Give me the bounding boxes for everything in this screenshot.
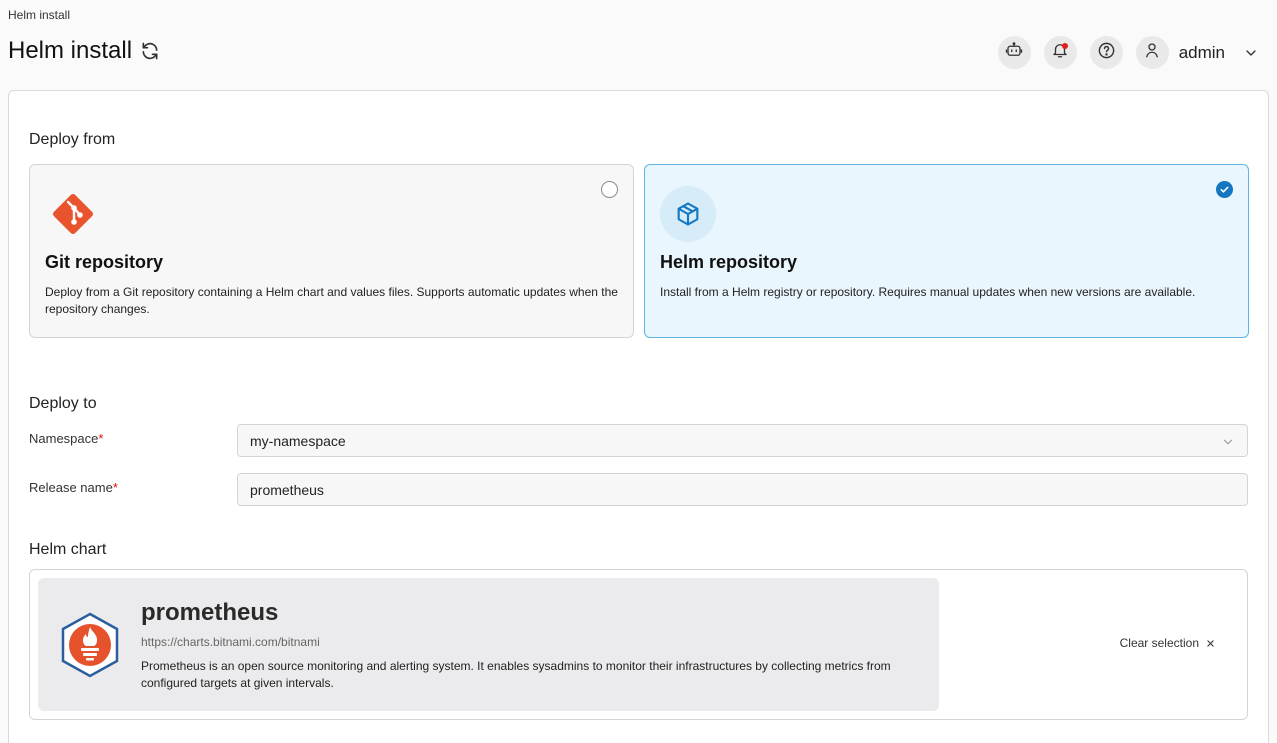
- notification-dot: [1061, 43, 1068, 49]
- clear-selection-button[interactable]: Clear selection: [1120, 636, 1215, 650]
- release-name-label-text: Release name: [29, 480, 113, 495]
- helm-chart-selection: prometheus https://charts.bitnami.com/bi…: [29, 569, 1248, 720]
- namespace-label-text: Namespace: [29, 431, 99, 446]
- help-icon: [1097, 41, 1116, 65]
- prometheus-icon: [59, 612, 121, 678]
- helm-chart-card[interactable]: prometheus https://charts.bitnami.com/bi…: [38, 578, 939, 711]
- check-icon: [1219, 184, 1230, 195]
- required-mark: *: [112, 480, 118, 495]
- chevron-down-icon: [1221, 435, 1235, 449]
- page-title-row: Helm install: [8, 37, 160, 65]
- user-name[interactable]: admin: [1179, 43, 1225, 63]
- ai-assistant-icon: [1005, 41, 1023, 64]
- deploy-from-title: Deploy from: [29, 131, 116, 148]
- chart-description: Prometheus is an open source monitoring …: [141, 659, 891, 690]
- ai-assistant-button[interactable]: [997, 36, 1031, 69]
- helm-repository-description: Install from a Helm registry or reposito…: [660, 285, 1196, 299]
- release-name-field[interactable]: [237, 473, 1248, 506]
- notifications-button[interactable]: [1043, 36, 1077, 69]
- git-repository-title: Git repository: [45, 252, 164, 272]
- page-title: Helm install: [8, 37, 133, 64]
- helm-repository-radio[interactable]: [1216, 181, 1233, 198]
- user-avatar[interactable]: [1135, 36, 1169, 69]
- deploy-to-title: Deploy to: [29, 395, 97, 412]
- main-panel: Deploy from Git repository Deploy from a…: [8, 90, 1269, 743]
- helm-chart-title: Helm chart: [29, 541, 107, 558]
- help-button[interactable]: [1089, 36, 1123, 69]
- helm-repository-title: Helm repository: [660, 252, 798, 272]
- namespace-select[interactable]: my-namespace: [237, 424, 1248, 457]
- topbar-actions: admin: [997, 36, 1259, 69]
- git-repository-radio[interactable]: [601, 181, 618, 198]
- user-icon: [1143, 41, 1161, 64]
- git-icon: [45, 186, 101, 242]
- package-icon: [660, 186, 716, 242]
- namespace-value: my-namespace: [250, 432, 346, 449]
- chart-name: prometheus: [141, 599, 279, 626]
- release-name-input[interactable]: [250, 481, 1235, 498]
- required-mark: *: [98, 431, 104, 446]
- release-name-label: Release name*: [29, 480, 118, 495]
- chart-url: https://charts.bitnami.com/bitnami: [141, 635, 320, 649]
- git-repository-option[interactable]: Git repository Deploy from a Git reposit…: [29, 164, 634, 338]
- close-icon: [1206, 639, 1215, 648]
- breadcrumb[interactable]: Helm install: [8, 8, 70, 22]
- git-repository-description: Deploy from a Git repository containing …: [45, 285, 618, 316]
- namespace-label: Namespace*: [29, 431, 103, 446]
- clear-selection-label: Clear selection: [1119, 636, 1199, 650]
- helm-repository-option[interactable]: Helm repository Install from a Helm regi…: [644, 164, 1249, 338]
- refresh-icon[interactable]: [140, 41, 160, 61]
- chevron-down-icon[interactable]: [1243, 45, 1259, 61]
